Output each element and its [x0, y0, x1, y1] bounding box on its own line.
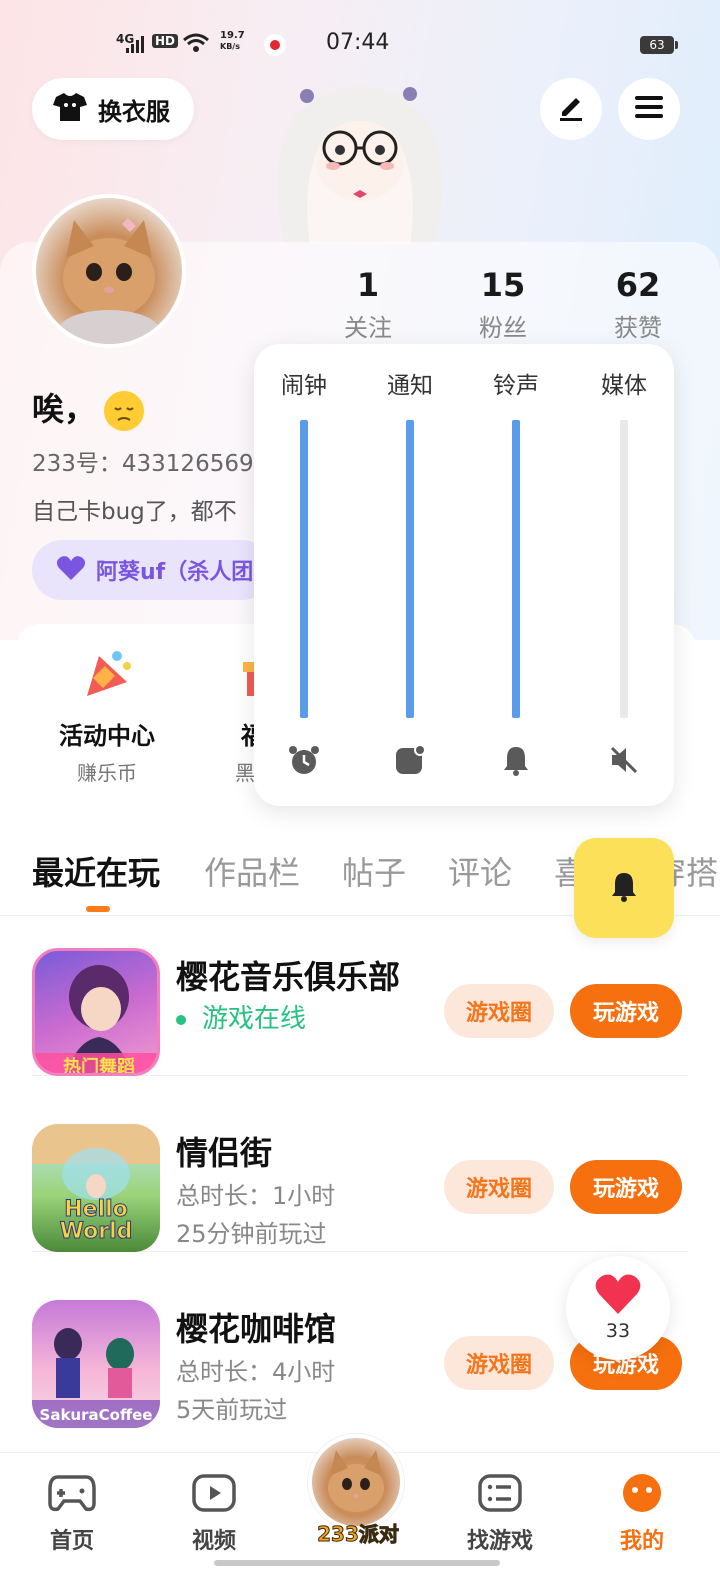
nav-home[interactable]: 首页	[12, 1473, 132, 1555]
alarm-volume-slider[interactable]	[300, 420, 308, 718]
game-row[interactable]: 热门舞蹈 樱花音乐俱乐部 游戏在线 游戏圈 玩游戏	[32, 926, 688, 1076]
stat-followers[interactable]: 15 粉丝	[448, 266, 558, 343]
followers-label: 粉丝	[479, 314, 527, 342]
wardrobe-label: 换衣服	[98, 97, 170, 126]
following-count: 1	[356, 266, 380, 304]
media-volume-slider[interactable]	[620, 420, 628, 718]
bell-icon	[500, 744, 532, 776]
party-popper-icon	[79, 646, 135, 706]
game-duration: 总时长：4小时	[176, 1358, 336, 1386]
signal-icon	[124, 34, 146, 58]
tshirt-icon	[52, 91, 88, 127]
game-title: 情侣街	[176, 1134, 273, 1172]
game-icon-sakura-music-club[interactable]: 热门舞蹈	[32, 948, 160, 1076]
game-online-status: 游戏在线	[176, 998, 306, 1035]
play-game-button[interactable]: 玩游戏	[570, 984, 682, 1038]
game-circle-button[interactable]: 游戏圈	[444, 1336, 554, 1390]
heart-icon	[594, 1272, 642, 1320]
me-icon	[620, 1473, 664, 1517]
feature-sub: 赚乐币	[77, 761, 137, 785]
pen-icon	[556, 92, 586, 126]
list-icon	[477, 1473, 523, 1517]
game-last-played: 5天前玩过	[176, 1396, 288, 1424]
network-speed: 19.7 KB/s	[220, 30, 245, 51]
heart-icon	[56, 555, 86, 585]
user-avatar[interactable]	[32, 194, 186, 348]
user-id[interactable]: 233号：433126569	[32, 444, 262, 478]
game-icon-caption: SakuraCoffee	[40, 1406, 153, 1424]
party-avatar[interactable]	[308, 1434, 404, 1530]
play-game-button[interactable]: 玩游戏	[570, 1160, 682, 1214]
battery-icon: 63	[640, 36, 678, 54]
relationship-tag-label: 阿葵uf（杀人团	[96, 560, 254, 585]
active-tab-indicator	[86, 906, 110, 912]
likes-label: 获赞	[614, 314, 662, 342]
notification-volume-fill	[406, 420, 414, 718]
clock: 07:44	[326, 30, 390, 55]
wardrobe-button[interactable]: 换衣服	[32, 78, 194, 140]
nav-label: 我的	[619, 1529, 664, 1554]
edit-button[interactable]	[540, 78, 602, 140]
tab-posts[interactable]: 帖子	[342, 848, 406, 894]
notification-volume-slider[interactable]	[406, 420, 414, 718]
game-icon-sakura-cafe[interactable]: SakuraCoffee	[32, 1300, 160, 1428]
wifi-icon	[182, 32, 210, 58]
screen-record-icon	[264, 34, 286, 56]
like-count: 33	[605, 1320, 631, 1342]
home-indicator[interactable]	[214, 1560, 500, 1566]
game-circle-button[interactable]: 游戏圈	[444, 1160, 554, 1214]
menu-button[interactable]	[618, 78, 680, 140]
notification-icon	[394, 744, 426, 776]
game-title: 樱花音乐俱乐部	[176, 958, 401, 996]
ringtone-volume-fill	[512, 420, 520, 718]
likes-count: 62	[615, 266, 661, 304]
feature-name: 活动中心	[59, 722, 155, 750]
tab-comments[interactable]: 评论	[448, 848, 512, 894]
followers-count: 15	[480, 266, 526, 304]
game-circle-button[interactable]: 游戏圈	[444, 984, 554, 1038]
user-bio: 自己卡bug了，都不	[32, 499, 237, 525]
play-icon	[191, 1473, 237, 1517]
status-bar: 4G HD 19.7 KB/s 07:44 63	[0, 28, 720, 62]
stat-likes[interactable]: 62 获赞	[583, 266, 693, 343]
volume-ringer-button[interactable]	[574, 838, 674, 938]
alarm-volume-fill	[300, 420, 308, 718]
game-title: 樱花咖啡馆	[176, 1310, 337, 1348]
alarm-clock-icon	[288, 744, 320, 776]
nav-video[interactable]: 视频	[154, 1473, 274, 1555]
nav-find-games[interactable]: 找游戏	[440, 1473, 560, 1555]
nav-me[interactable]: 我的	[582, 1473, 702, 1555]
stat-following[interactable]: 1 关注	[313, 266, 423, 343]
avatar-character[interactable]	[255, 66, 465, 244]
game-duration: 总时长：1小时	[176, 1182, 336, 1210]
relationship-tag[interactable]: 阿葵uf（杀人团	[32, 540, 272, 600]
feature-activity-center[interactable]: 活动中心 赚乐币	[32, 646, 182, 786]
tab-works[interactable]: 作品栏	[204, 848, 300, 894]
ringtone-volume-slider[interactable]	[512, 420, 520, 718]
muted-speaker-icon	[608, 744, 640, 776]
game-icon-couple-street[interactable]: Hello World	[32, 1124, 160, 1252]
user-name: 唉，	[32, 384, 145, 431]
game-icon-caption: 热门舞蹈	[63, 1056, 135, 1076]
like-button[interactable]: 33	[566, 1256, 670, 1360]
nav-label: 首页	[49, 1529, 94, 1554]
nav-label: 找游戏	[466, 1529, 533, 1554]
game-row[interactable]: Hello World 情侣街 总时长：1小时 25分钟前玩过 游戏圈 玩游戏	[32, 1102, 688, 1252]
following-label: 关注	[344, 314, 392, 342]
hamburger-icon	[634, 94, 664, 124]
game-last-played: 25分钟前玩过	[176, 1220, 327, 1248]
hd-badge: HD	[152, 34, 179, 48]
volume-panel: 闹钟 通知 铃声 媒体	[254, 344, 674, 806]
gamepad-icon	[48, 1473, 96, 1517]
nav-label: 视频	[191, 1529, 236, 1554]
bell-icon	[609, 870, 639, 906]
tab-recently-played[interactable]: 最近在玩	[32, 848, 160, 894]
sad-face-emoji-icon	[104, 391, 145, 431]
nav-party-label[interactable]: 233派对	[308, 1518, 408, 1547]
game-icon-caption-2: World	[60, 1219, 133, 1244]
